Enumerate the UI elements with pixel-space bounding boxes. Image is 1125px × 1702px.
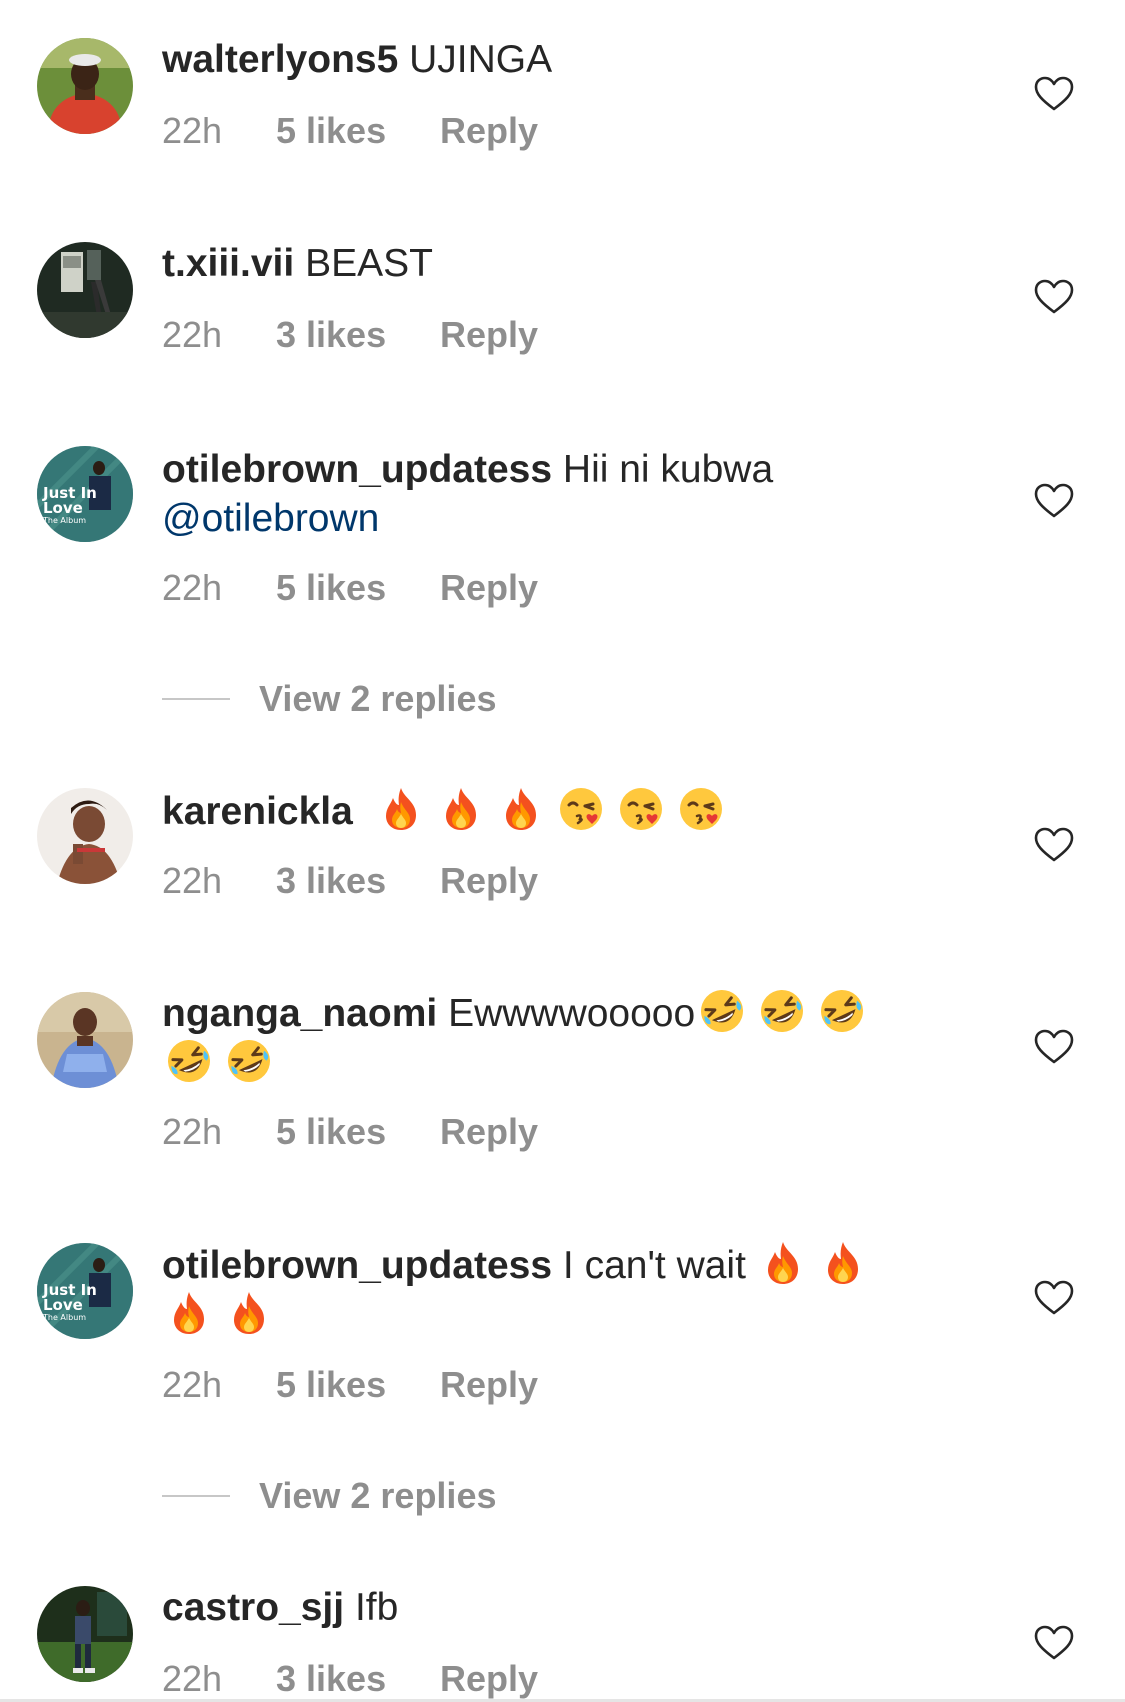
reply-button[interactable]: Reply bbox=[440, 109, 538, 153]
rofl-emoji bbox=[699, 988, 746, 1034]
comment-username[interactable]: otilebrown_updatess bbox=[162, 1244, 552, 1287]
heart-icon[interactable] bbox=[1034, 827, 1074, 863]
comment-body: Ifb bbox=[354, 1586, 399, 1629]
fire-emoji bbox=[827, 1242, 858, 1284]
fire-emoji bbox=[505, 788, 536, 830]
avatar[interactable] bbox=[37, 1586, 133, 1682]
view-replies-label[interactable]: View 2 replies bbox=[259, 677, 496, 721]
comment-body: Ewwwwooooo bbox=[448, 992, 696, 1035]
comment-time: 22h bbox=[162, 110, 223, 151]
fire-emoji bbox=[174, 1292, 204, 1334]
comment-username[interactable]: otilebrown_updatess bbox=[162, 448, 552, 491]
comment-time: 22h bbox=[162, 1364, 223, 1405]
mention-link[interactable]: @otilebrown bbox=[162, 497, 379, 540]
heart-icon[interactable] bbox=[1034, 76, 1074, 112]
comment-body: I can't wait bbox=[562, 1244, 746, 1287]
comment-body: BEAST bbox=[305, 242, 433, 285]
fire-emoji bbox=[767, 1242, 798, 1284]
heart-icon[interactable] bbox=[1034, 1280, 1074, 1316]
reply-button[interactable]: Reply bbox=[440, 859, 538, 903]
comment-likes[interactable]: 5 likes bbox=[276, 566, 386, 610]
avatar[interactable] bbox=[37, 788, 133, 884]
comment-time: 22h bbox=[162, 314, 223, 355]
rofl-emoji bbox=[226, 1038, 272, 1084]
comment-body: UJINGA bbox=[409, 38, 553, 81]
comment-time: 22h bbox=[162, 1111, 223, 1152]
comment-text: castro_sjj Ifb bbox=[162, 1583, 962, 1632]
view-replies-button[interactable]: View 2 replies bbox=[162, 1474, 662, 1518]
comment-likes[interactable]: 5 likes bbox=[276, 1110, 386, 1154]
rofl-emoji bbox=[759, 988, 806, 1034]
view-replies-label[interactable]: View 2 replies bbox=[259, 1474, 496, 1518]
comment-time: 22h bbox=[162, 860, 223, 901]
comment-text: nganga_naomi Ewwwwooooo bbox=[162, 988, 962, 1088]
comment-time: 22h bbox=[162, 1658, 223, 1699]
heart-icon[interactable] bbox=[1034, 483, 1074, 519]
emoji-row bbox=[162, 1292, 272, 1337]
heart-icon[interactable] bbox=[1034, 1029, 1074, 1065]
avatar[interactable] bbox=[37, 38, 133, 134]
album-cover-line2: Love bbox=[43, 1296, 83, 1314]
avatar[interactable]: Just In Love The Album bbox=[37, 446, 133, 542]
comment-likes[interactable]: 5 likes bbox=[276, 109, 386, 153]
fire-emoji bbox=[234, 1292, 264, 1334]
comment-username[interactable]: t.xiii.vii bbox=[162, 242, 294, 285]
view-replies-button[interactable]: View 2 replies bbox=[162, 677, 662, 721]
reply-button[interactable]: Reply bbox=[440, 1110, 538, 1154]
comment-likes[interactable]: 3 likes bbox=[276, 1657, 386, 1701]
emoji-row bbox=[162, 1038, 272, 1085]
comment-username[interactable]: castro_sjj bbox=[162, 1586, 344, 1629]
fire-emoji bbox=[385, 788, 416, 830]
comment-body: Hii ni kubwa bbox=[562, 448, 774, 491]
reply-button[interactable]: Reply bbox=[440, 313, 538, 357]
avatar[interactable]: Just In Love The Album bbox=[37, 1243, 133, 1339]
comment-time: 22h bbox=[162, 567, 223, 608]
divider-line bbox=[162, 698, 230, 700]
album-cover-line3: The Album bbox=[42, 516, 86, 525]
comment-likes[interactable]: 5 likes bbox=[276, 1363, 386, 1407]
album-cover-line3: The Album bbox=[42, 1313, 86, 1322]
comment-username[interactable]: walterlyons5 bbox=[162, 38, 398, 81]
fire-emoji bbox=[445, 788, 476, 830]
comment-text: karenickla bbox=[162, 786, 962, 836]
comment-username[interactable]: nganga_naomi bbox=[162, 992, 437, 1035]
reply-button[interactable]: Reply bbox=[440, 1657, 538, 1701]
comment-likes[interactable]: 3 likes bbox=[276, 859, 386, 903]
rofl-emoji bbox=[166, 1038, 212, 1084]
reply-button[interactable]: Reply bbox=[440, 566, 538, 610]
divider-line bbox=[162, 1495, 230, 1497]
comment-likes[interactable]: 3 likes bbox=[276, 313, 386, 357]
comment-text: t.xiii.vii BEAST bbox=[162, 239, 962, 288]
avatar[interactable] bbox=[37, 242, 133, 338]
kiss-emoji bbox=[558, 786, 604, 832]
comment-text: walterlyons5 UJINGA bbox=[162, 35, 962, 84]
comment-username[interactable]: karenickla bbox=[162, 790, 353, 833]
rofl-emoji bbox=[819, 988, 866, 1034]
heart-icon[interactable] bbox=[1034, 279, 1074, 315]
kiss-emoji bbox=[618, 786, 664, 832]
reply-button[interactable]: Reply bbox=[440, 1363, 538, 1407]
heart-icon[interactable] bbox=[1034, 1625, 1074, 1661]
album-cover-line2: Love bbox=[43, 499, 83, 517]
comment-text: otilebrown_updatess Hii ni kubwa @otileb… bbox=[162, 445, 962, 543]
kiss-emoji bbox=[678, 786, 724, 832]
comment-text: otilebrown_updatess I can't wait bbox=[162, 1240, 962, 1340]
avatar[interactable] bbox=[37, 992, 133, 1088]
